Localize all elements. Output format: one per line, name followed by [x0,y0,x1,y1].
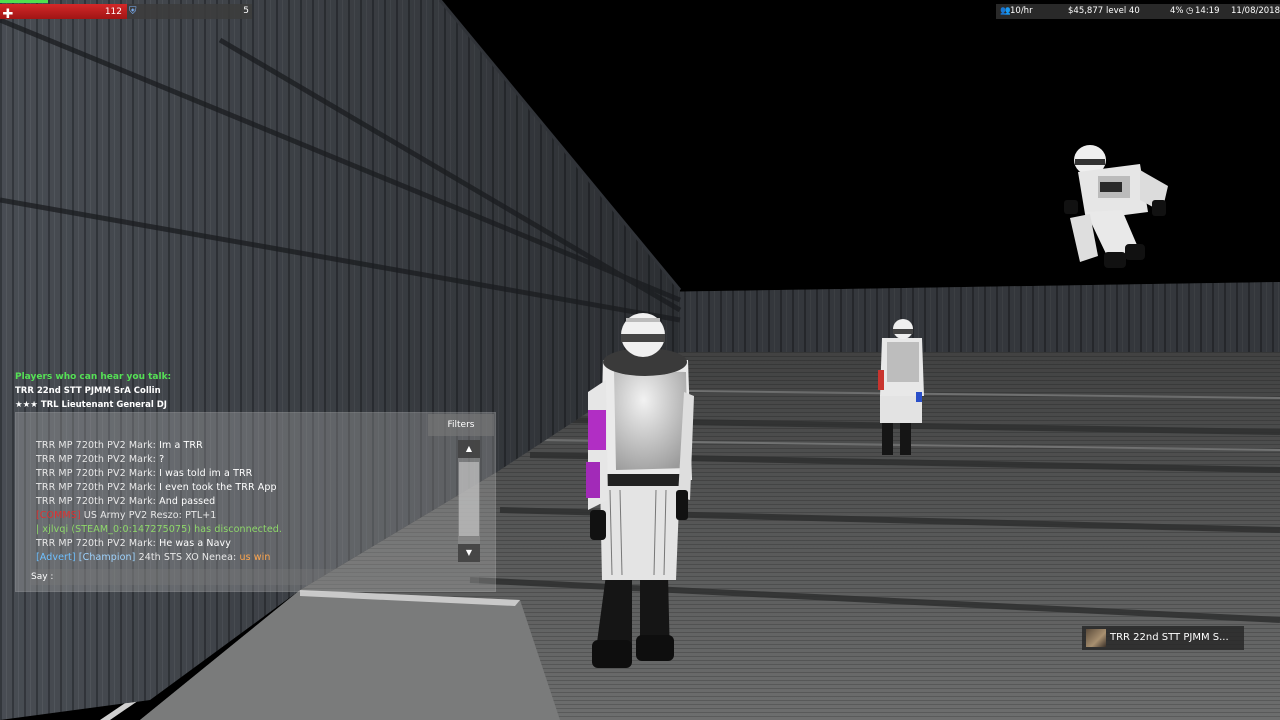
armor-bar: ⛨ 5 [127,4,252,19]
chat-message-segment: US Army PV2 Reszo: PTL+1 [83,510,217,521]
avatar [1086,629,1106,647]
chat-message-segment: Im a TRR [159,440,203,451]
chat-input-label: Say : [31,572,54,582]
percent-value: 4% [1170,6,1184,16]
chat-message-segment: He was a Navy [159,538,231,549]
chat-message-segment: 24th STS XO Nenea: [138,552,240,563]
chat-message-segment: I even took the TRR App [159,482,277,493]
chat-log: TRR MP 720th PV2 Mark: Im a TRR TRR MP 72… [36,439,456,565]
chat-message: TRR MP 720th PV2 Mark: Im a TRR [36,439,456,453]
chat-message-segment: I was told im a TRR [159,468,253,479]
clock-icon: ◷ [1186,6,1194,16]
chat-message-segment: [Advert] [36,552,79,563]
chat-message-segment: TRR MP 720th PV2 Mark: [36,538,160,549]
health-value: 112 [104,7,122,17]
chat-message-segment: ? [159,454,165,465]
chat-box: Filters TRR MP 720th PV2 Mark: Im a TRR T… [15,412,496,592]
chat-message: [Advert] [Champion] 24th STS XO Nenea: u… [36,551,456,565]
income-rate: 10/hr [1010,6,1033,16]
chat-message-segment: [Champion] [78,552,139,563]
game-scene [0,0,1280,720]
player-level: level 40 [1106,6,1140,16]
scrollbar-thumb[interactable] [459,462,479,536]
chat-message-segment: TRR MP 720th PV2 Mark: [36,496,160,507]
back-wall [650,282,1280,352]
voice-chat-panel: Players who can hear you talk: TRR 22nd … [15,370,315,412]
health-bar: ✚ 112 [0,4,127,22]
armor-value: 5 [243,6,249,16]
chat-message: | xjlvqi (STEAM_0:0:147275075) has disco… [36,523,456,537]
chat-message: [COMMS] US Army PV2 Reszo: PTL+1 [36,509,456,523]
hud-stats-bar: 👥 10/hr $45,877 level 40 4% ◷ 14:19 11/0… [996,4,1280,19]
shield-icon: ⛨ [129,6,137,17]
filters-button[interactable]: Filters [428,414,494,436]
chat-message: TRR MP 720th PV2 Mark: I was told im a T… [36,467,456,481]
money-value: $45,877 [1068,6,1104,16]
hud-status-bars: ✚ 112 ⛨ 5 [0,0,252,22]
voice-notification: TRR 22nd STT PJMM S... [1082,626,1244,650]
status-strip [0,0,48,3]
voice-chat-title: Players who can hear you talk: [15,372,172,382]
chat-input[interactable]: Say : [30,569,479,585]
chat-message-segment: TRR MP 720th PV2 Mark: [36,440,160,451]
scroll-up-arrow-icon[interactable]: ▲ [458,440,480,458]
chat-message: TRR MP 720th PV2 Mark: ? [36,453,456,467]
chat-message-segment: And passed [159,496,216,507]
clock-time: 14:19 [1195,6,1220,16]
voice-player: TRR 22nd STT PJMM SrA Collin [15,386,161,396]
voice-player: ★★★ TRL Lieutenant General DJ [15,400,167,410]
chat-message: TRR MP 720th PV2 Mark: And passed [36,495,456,509]
chat-message-segment: TRR MP 720th PV2 Mark: [36,454,160,465]
scroll-down-arrow-icon[interactable]: ▼ [458,544,480,562]
people-icon: 👥 [1000,6,1011,16]
chat-message-segment: | xjlvqi (STEAM_0:0:147275075) has disco… [36,524,283,535]
chat-message: TRR MP 720th PV2 Mark: He was a Navy [36,537,456,551]
chat-message-segment: us win [239,552,271,563]
chat-message-segment: TRR MP 720th PV2 Mark: [36,468,160,479]
chat-message: TRR MP 720th PV2 Mark: I even took the T… [36,481,456,495]
chat-message-segment: [COMMS] [36,510,84,521]
date-value: 11/08/2018 [1231,6,1280,16]
notification-text: TRR 22nd STT PJMM S... [1110,632,1229,643]
chat-message-segment: TRR MP 720th PV2 Mark: [36,482,160,493]
chat-scrollbar[interactable]: ▲ ▼ [458,440,480,562]
medical-cross-icon: ✚ [2,7,14,22]
